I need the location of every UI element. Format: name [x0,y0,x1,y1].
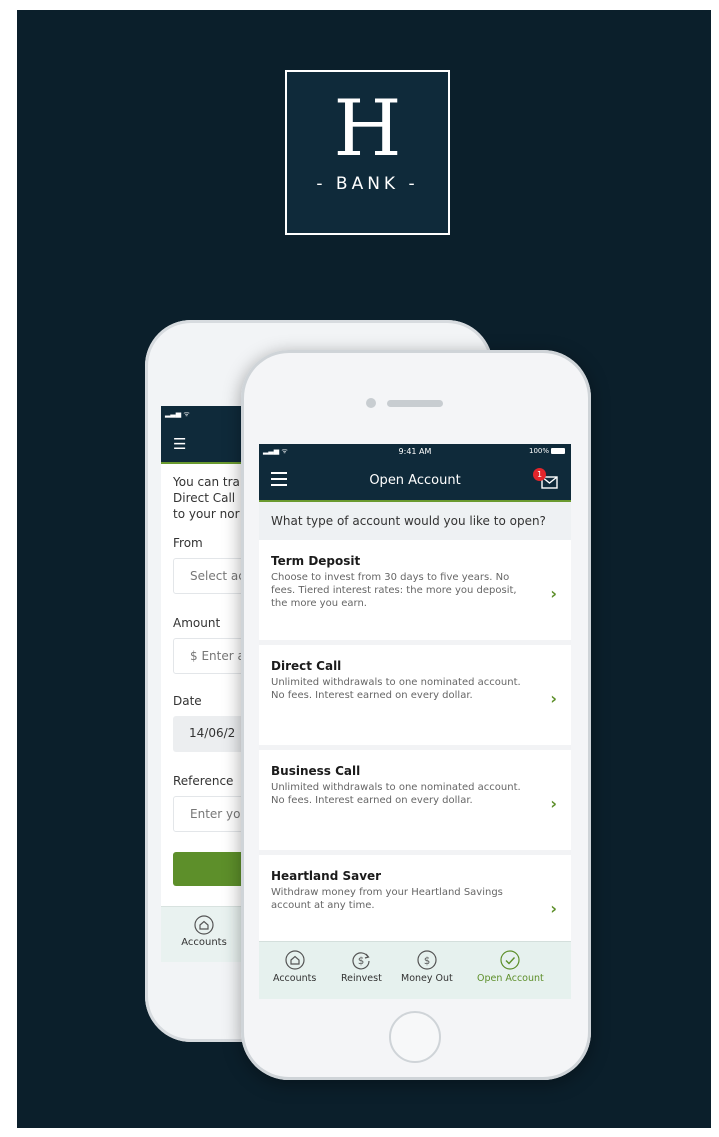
tab-money-out[interactable]: $ Money Out [401,950,453,984]
battery-percent: 100% [528,447,549,455]
account-option-business-call[interactable]: Business Call Unlimited withdrawals to o… [259,750,571,850]
account-option-title: Business Call [271,764,361,778]
tab-label: Money Out [401,973,453,984]
account-option-title: Direct Call [271,659,342,673]
account-option-term-deposit[interactable]: Term Deposit Choose to invest from 30 da… [259,540,571,640]
status-time: 9:41 AM [398,447,432,456]
front-phone: ▂▃▅ ᯤ 9:41 AM 100% Open Account 1 What t… [241,350,591,1080]
account-option-title: Heartland Saver [271,869,382,883]
app-store-poster: H - BANK - ▂▃▅ ᯤ ☰ You can tra Direct Ca… [17,10,711,1128]
nav-bar: Open Account 1 [259,460,571,502]
account-option-description: Choose to invest from 30 days to five ye… [271,572,517,609]
chevron-right-icon: › [550,899,557,918]
chevron-right-icon: › [550,584,557,603]
front-camera [366,398,376,408]
svg-text:$: $ [358,956,364,967]
account-option-description: Unlimited withdrawals to one nominated a… [271,782,521,806]
tab-reinvest[interactable]: $ Reinvest [341,950,382,984]
battery-status: 100% [529,447,565,455]
front-speaker [387,400,443,407]
account-option-description: Withdraw money from your Heartland Savin… [271,887,503,911]
tab-label: Accounts [273,973,317,984]
messages-button[interactable]: 1 [533,468,559,490]
home-icon [194,915,214,935]
chevron-right-icon: › [550,794,557,813]
status-bar: ▂▃▅ ᯤ 9:41 AM 100% [259,444,571,460]
back-tab-accounts[interactable]: Accounts [177,915,231,948]
tab-label: Open Account [477,973,544,984]
home-icon [285,950,305,970]
chevron-right-icon: › [550,689,557,708]
money-out-icon: $ [417,950,437,970]
svg-text:$: $ [424,956,430,967]
notification-badge: 1 [533,468,546,481]
account-option-title: Term Deposit [271,554,361,568]
logo-letter: H [333,84,402,174]
home-button[interactable] [389,1011,441,1063]
account-option-heartland-saver[interactable]: Heartland Saver Withdraw money from your… [259,855,571,955]
reinvest-icon: $ [352,952,371,970]
tab-open-account[interactable]: Open Account [477,950,544,984]
account-type-question: What type of account would you like to o… [259,502,571,540]
tab-label: Reinvest [341,973,382,984]
tab-bar: Accounts $ Reinvest $ Money Out Open Acc… [259,941,571,999]
h-bank-logo: H - BANK - [285,70,450,235]
battery-icon [551,448,565,454]
back-tab-label: Accounts [181,937,227,948]
account-option-direct-call[interactable]: Direct Call Unlimited withdrawals to one… [259,645,571,745]
check-circle-icon [500,950,520,970]
account-option-description: Unlimited withdrawals to one nominated a… [271,677,521,701]
open-account-screen: ▂▃▅ ᯤ 9:41 AM 100% Open Account 1 What t… [259,444,571,999]
tab-accounts[interactable]: Accounts [273,950,316,984]
page-title: Open Account [369,473,461,488]
back-menu-icon[interactable]: ☰ [173,437,186,452]
logo-wordmark: - BANK - [316,174,419,194]
